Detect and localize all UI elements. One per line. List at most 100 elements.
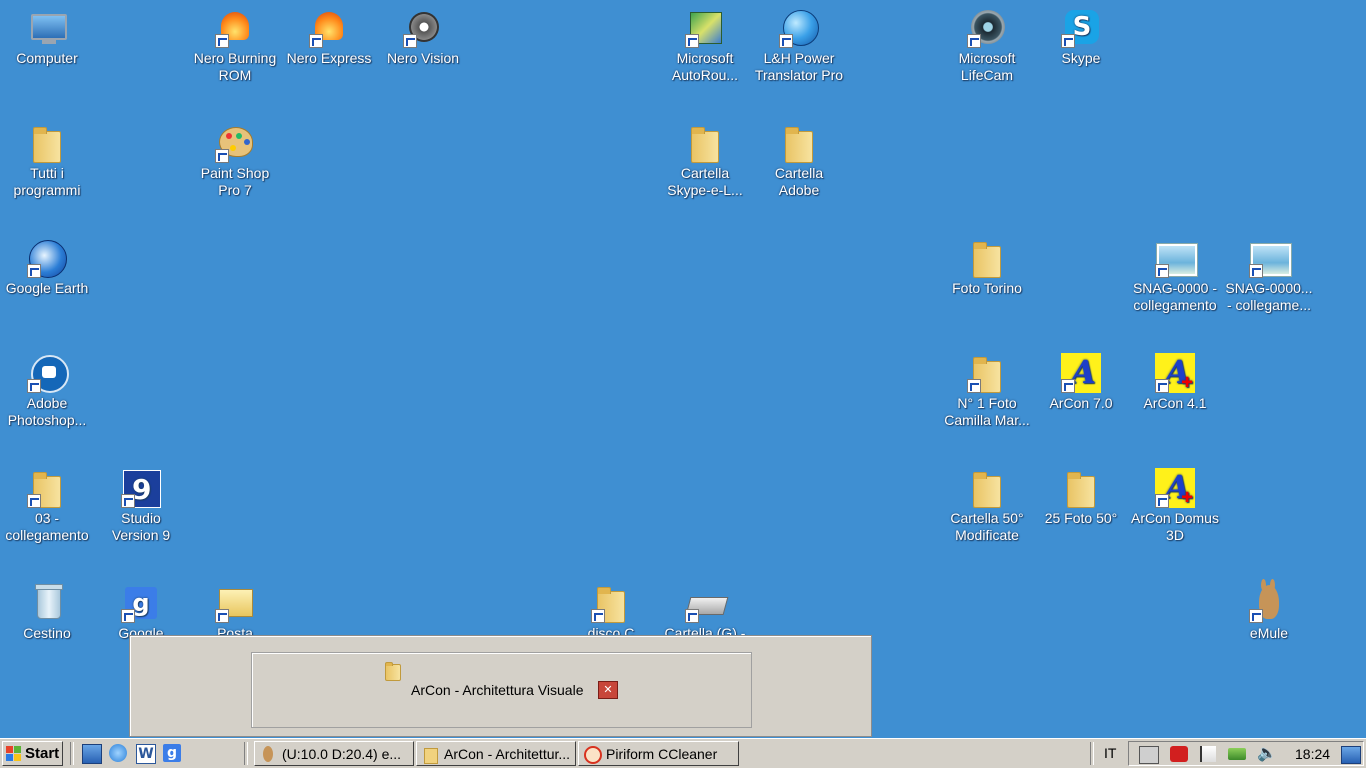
taskbar-separator xyxy=(70,742,74,765)
desktop-icon-google-earth[interactable]: Google Earth xyxy=(0,234,94,297)
ccleaner-icon xyxy=(583,745,602,764)
shortcut-arrow-icon xyxy=(1249,609,1263,623)
desktop-icon-snag-1[interactable]: SNAG-0000 - collegamento xyxy=(1128,234,1222,314)
desktop-icon-cartella-50[interactable]: Cartella 50° Modificate xyxy=(940,464,1034,544)
desktop-icon-nero-vision[interactable]: Nero Vision xyxy=(376,4,470,67)
icon-label: Adobe Photoshop... xyxy=(7,395,87,428)
desktop-icon-03-collegamento[interactable]: 03 - collegamento xyxy=(0,464,94,544)
desktop-icon-google[interactable]: g Google xyxy=(94,579,188,642)
icon-label: Skype xyxy=(1061,50,1101,66)
word-icon[interactable]: W xyxy=(136,744,156,764)
shortcut-arrow-icon xyxy=(1061,34,1075,48)
taskbar-button-arcon[interactable]: ArCon - Architettur... xyxy=(416,741,576,766)
network-icon[interactable] xyxy=(1139,746,1159,764)
desktop-icon-posta[interactable]: Posta xyxy=(188,579,282,642)
desktop-icon-arcon-domus[interactable]: ArCon Domus 3D xyxy=(1128,464,1222,544)
taskbar-button-label: ArCon - Architettur... xyxy=(444,745,571,762)
shortcut-arrow-icon xyxy=(1249,264,1263,278)
desktop-icon-computer[interactable]: Computer xyxy=(0,4,94,67)
desktop-icon-microsoft-lifecam[interactable]: Microsoft LifeCam xyxy=(940,4,1034,84)
desktop-icon-disco-c[interactable]: disco C xyxy=(564,579,658,642)
start-button[interactable]: Start xyxy=(2,741,63,766)
taskbar-separator xyxy=(1090,742,1094,765)
internet-explorer-icon[interactable] xyxy=(106,741,130,765)
desktop-icon-microsoft-autoroute[interactable]: Microsoft AutoRou... xyxy=(658,4,752,84)
computer-icon xyxy=(31,14,67,44)
desktop-icon-skype[interactable]: S Skype xyxy=(1034,4,1128,67)
monitor-icon[interactable] xyxy=(1341,746,1361,764)
desktop-icon-paint-shop-pro[interactable]: Paint Shop Pro 7 xyxy=(188,119,282,199)
icon-label: Microsoft LifeCam xyxy=(958,50,1016,83)
shortcut-arrow-icon xyxy=(27,264,41,278)
shortcut-arrow-icon xyxy=(779,34,793,48)
folder-icon xyxy=(1067,472,1095,508)
shortcut-arrow-icon xyxy=(215,149,229,163)
desktop-icon-cestino[interactable]: Cestino xyxy=(0,579,94,642)
desktop-icon-adobe-photoshop[interactable]: Adobe Photoshop... xyxy=(0,349,94,429)
clock[interactable]: 18:24 xyxy=(1295,746,1330,762)
safely-remove-icon[interactable] xyxy=(1228,748,1246,760)
desktop-icon-arcon-41[interactable]: ArCon 4.1 xyxy=(1128,349,1222,412)
icon-label: Paint Shop Pro 7 xyxy=(200,165,270,198)
icon-label: Microsoft AutoRou... xyxy=(671,50,739,83)
folder-icon xyxy=(385,662,401,681)
desktop-icon-cartella-skype[interactable]: Cartella Skype-e-L... xyxy=(658,119,752,199)
desktop-icon-tutti-i-programmi[interactable]: Tutti i programmi xyxy=(0,119,94,199)
icon-label: L&H Power Translator Pro xyxy=(754,50,844,83)
taskbar-group-popup: ArCon - Architettura Visuale ✕ xyxy=(129,635,872,737)
shortcut-arrow-icon xyxy=(1155,264,1169,278)
desktop-icon-emule[interactable]: eMule xyxy=(1222,579,1316,642)
taskbar-button-emule[interactable]: (U:10.0 D:20.4) e... xyxy=(254,741,414,766)
start-label: Start xyxy=(25,745,60,762)
icon-label: Nero Express xyxy=(286,50,372,66)
volume-icon[interactable]: 🔈 xyxy=(1257,746,1277,762)
icon-label: Tutti i programmi xyxy=(13,165,81,198)
desktop-icon-25-foto[interactable]: 25 Foto 50° xyxy=(1034,464,1128,527)
flag-icon[interactable] xyxy=(1200,746,1216,762)
desktop-icon-lh-power-translator[interactable]: L&H Power Translator Pro xyxy=(752,4,846,84)
windows-logo-icon xyxy=(6,745,22,762)
system-tray: 🔈 18:24 xyxy=(1128,741,1364,766)
icon-label: SNAG-0000... - collegame... xyxy=(1225,280,1313,313)
close-icon[interactable]: ✕ xyxy=(598,681,618,699)
icon-label: N° 1 Foto Camilla Mar... xyxy=(944,395,1030,428)
shortcut-arrow-icon xyxy=(309,34,323,48)
language-indicator[interactable]: IT xyxy=(1104,745,1116,761)
desktop-icon-nero-express[interactable]: Nero Express xyxy=(282,4,376,67)
google-icon[interactable]: g xyxy=(163,744,181,762)
folder-icon xyxy=(973,472,1001,508)
icon-label: Cartella Adobe xyxy=(774,165,824,198)
icon-label: Cestino xyxy=(23,625,71,641)
icon-label: Nero Vision xyxy=(386,50,460,66)
desktop-icon-studio-version[interactable]: Studio Version 9 xyxy=(94,464,188,544)
popup-item-label: ArCon - Architettura Visuale xyxy=(411,682,584,698)
emule-icon xyxy=(259,745,277,763)
icon-label: Foto Torino xyxy=(952,280,1022,296)
desktop-icon-snag-2[interactable]: SNAG-0000... - collegame... xyxy=(1222,234,1316,314)
desktop-icon-nero-burning-rom[interactable]: Nero Burning ROM xyxy=(188,4,282,84)
shortcut-arrow-icon xyxy=(967,34,981,48)
folder-icon xyxy=(691,127,719,163)
shortcut-arrow-icon xyxy=(1061,379,1075,393)
show-desktop-icon[interactable] xyxy=(82,744,102,764)
icon-label: 25 Foto 50° xyxy=(1044,510,1118,526)
desktop-icon-cartella-adobe[interactable]: Cartella Adobe xyxy=(752,119,846,199)
desktop-icon-arcon-7[interactable]: ArCon 7.0 xyxy=(1034,349,1128,412)
shortcut-arrow-icon xyxy=(1155,379,1169,393)
taskbar-separator xyxy=(244,742,248,765)
shortcut-arrow-icon xyxy=(403,34,417,48)
desktop-icon-cartella-g[interactable]: Cartella (G) - xyxy=(658,579,752,642)
icon-label: eMule xyxy=(1249,625,1289,641)
popup-item-arcon[interactable]: ArCon - Architettura Visuale ✕ xyxy=(251,652,752,728)
desktop-icon-foto-torino[interactable]: Foto Torino xyxy=(940,234,1034,297)
antivirus-icon[interactable] xyxy=(1170,746,1188,762)
taskbar: Start W g (U:10.0 D:20.4) e... ArCon - A… xyxy=(0,738,1366,768)
desktop-icon-foto-camilla[interactable]: N° 1 Foto Camilla Mar... xyxy=(940,349,1034,429)
taskbar-button-ccleaner[interactable]: Piriform CCleaner xyxy=(578,741,739,766)
recycle-bin-icon xyxy=(35,584,63,619)
shortcut-arrow-icon xyxy=(685,34,699,48)
icon-label: ArCon 7.0 xyxy=(1049,395,1113,411)
taskbar-button-label: Piriform CCleaner xyxy=(606,745,718,762)
folder-icon xyxy=(785,127,813,163)
shortcut-arrow-icon xyxy=(685,609,699,623)
